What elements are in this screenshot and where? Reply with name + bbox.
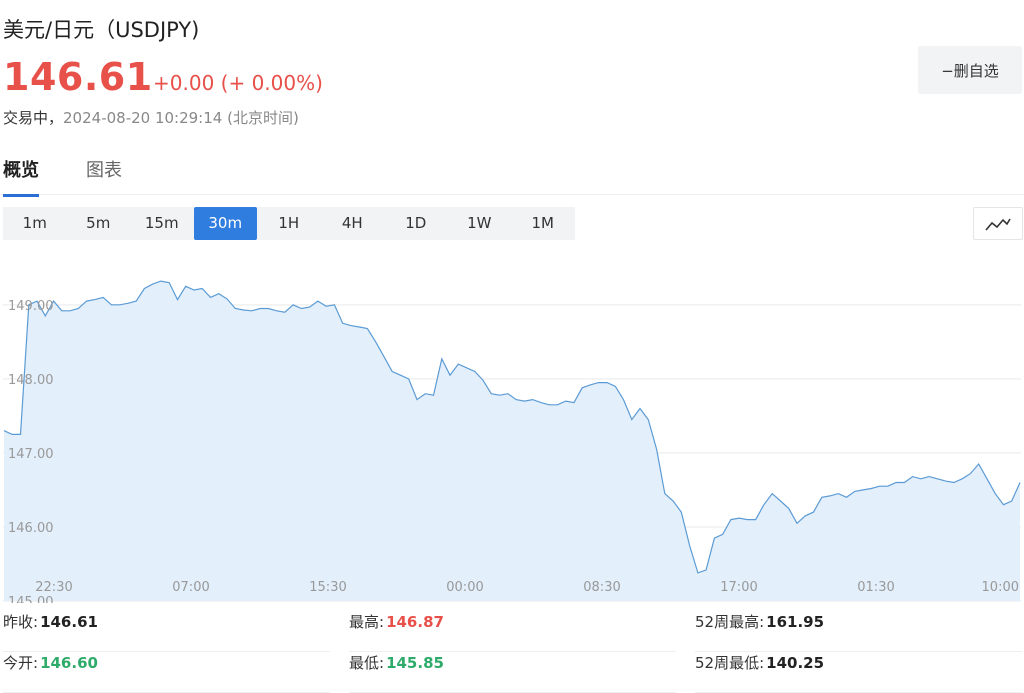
price-change: +0.00 (+ 0.00%) <box>153 71 323 95</box>
timestamp: 2024-08-20 10:29:14 <box>63 109 223 127</box>
y-tick-label: 148.00 <box>8 373 54 388</box>
stat-value: 146.61 <box>40 613 98 631</box>
timeframe-5m[interactable]: 5m <box>67 207 131 240</box>
y-tick-label: 149.00 <box>8 299 54 314</box>
current-price: 146.61 <box>3 55 153 99</box>
stat-low: 最低: 145.85 <box>349 652 676 693</box>
timezone-label: (北京时间) <box>227 109 299 127</box>
x-tick-label: 07:00 <box>172 580 209 595</box>
x-tick-label: 15:30 <box>309 580 346 595</box>
x-tick-label: 10:00 <box>982 580 1019 595</box>
stat-label: 昨收: <box>3 613 39 631</box>
stat-label: 今开: <box>3 654 39 672</box>
stat-value: 146.60 <box>40 654 98 672</box>
stat-label: 最低: <box>349 654 385 672</box>
stat-52w-high: 52周最高: 161.95 <box>695 611 1022 652</box>
y-tick-label: 146.00 <box>8 521 54 536</box>
y-tick-label: 145.00 <box>8 595 54 603</box>
stat-label: 最高: <box>349 613 385 631</box>
stat-value: 145.85 <box>386 654 444 672</box>
timeframe-15m[interactable]: 15m <box>130 207 194 240</box>
remove-watchlist-button[interactable]: −删自选 <box>918 46 1022 94</box>
x-tick-label: 08:30 <box>583 580 620 595</box>
stat-label: 52周最低: <box>695 654 765 672</box>
y-tick-label: 147.00 <box>8 447 54 462</box>
stat-label: 52周最高: <box>695 613 765 631</box>
price-chart[interactable]: 149.00 148.00 147.00 146.00 145.00 22:30 07:0… <box>3 253 1021 603</box>
status-label: 交易中， <box>3 109 64 127</box>
timeframe-1d[interactable]: 1D <box>384 207 448 240</box>
page-title: 美元/日元（USDJPY) <box>3 18 200 42</box>
stat-prev-close: 昨收: 146.61 <box>3 611 330 652</box>
stat-high: 最高: 146.87 <box>349 611 676 652</box>
chart-type-button[interactable] <box>973 207 1023 240</box>
timeframe-4h[interactable]: 4H <box>321 207 385 240</box>
timeframe-selector: 1m 5m 15m 30m 1H 4H 1D 1W 1M <box>3 207 575 240</box>
timeframe-30m[interactable]: 30m <box>193 207 257 240</box>
x-tick-label: 17:00 <box>720 580 757 595</box>
stat-open: 今开: 146.60 <box>3 652 330 693</box>
stat-value: 140.25 <box>766 654 825 672</box>
timeframe-1h[interactable]: 1H <box>257 207 321 240</box>
timeframe-1w[interactable]: 1W <box>448 207 512 240</box>
price-area-fill <box>4 281 1020 601</box>
x-tick-label: 00:00 <box>446 580 483 595</box>
trading-status: 交易中，2024-08-20 10:29:14 (北京时间) <box>3 107 299 128</box>
x-tick-label: 22:30 <box>35 580 72 595</box>
tab-chart[interactable]: 图表 <box>86 156 122 194</box>
timeframe-1m[interactable]: 1m <box>3 207 67 240</box>
x-tick-label: 01:30 <box>857 580 894 595</box>
stat-52w-low: 52周最低: 140.25 <box>695 652 1022 693</box>
timeframe-1mo[interactable]: 1M <box>511 207 575 240</box>
line-chart-icon <box>985 218 1011 231</box>
stat-value: 161.95 <box>766 613 825 631</box>
tab-bar: 概览 图表 <box>0 150 1024 197</box>
tab-overview[interactable]: 概览 <box>3 156 39 197</box>
stat-value: 146.87 <box>386 613 444 631</box>
